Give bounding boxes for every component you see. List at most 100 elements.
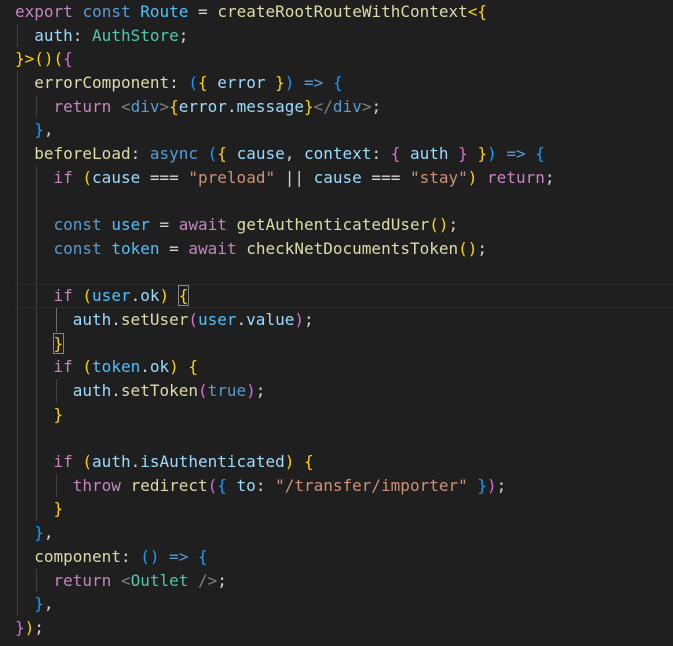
indent-guide xyxy=(36,165,38,190)
code-line[interactable]: if (cause === "preload" || cause === "st… xyxy=(15,165,673,190)
code-line[interactable]: component: () => { xyxy=(15,544,673,569)
indent-guide xyxy=(17,497,18,522)
indent-guide xyxy=(17,402,18,427)
code-token: ; xyxy=(178,25,189,45)
code-token: const xyxy=(82,2,131,21)
code-line[interactable]: errorComponent: ({ error }) => { xyxy=(15,71,673,95)
code-token: ( xyxy=(207,144,218,164)
code-token: } xyxy=(275,73,285,93)
code-token: = xyxy=(159,238,189,258)
code-token: () xyxy=(458,238,478,258)
code-line[interactable]: }, xyxy=(15,521,673,545)
code-token: token xyxy=(111,238,160,258)
code-editor[interactable]: export const Route = createRootRouteWith… xyxy=(0,0,673,646)
code-line[interactable]: return <div>{error.message}</div>; xyxy=(15,94,673,119)
code-token: ( xyxy=(82,286,93,306)
code-token: . xyxy=(226,96,237,116)
code-token: cause xyxy=(92,167,141,187)
code-token: } xyxy=(53,404,64,424)
code-token: if xyxy=(53,357,73,377)
code-token: ) xyxy=(467,167,478,187)
code-line[interactable]: } xyxy=(15,402,673,427)
code-line[interactable] xyxy=(15,260,673,285)
code-line[interactable]: const token = await checkNetDocumentsTok… xyxy=(15,236,673,261)
code-line[interactable]: }>()({ xyxy=(15,47,673,71)
code-token: ) xyxy=(487,475,497,495)
code-token: ; xyxy=(255,381,266,400)
indent-guide xyxy=(36,426,38,451)
code-line[interactable]: if (user.ok) { xyxy=(15,284,673,308)
indent-guide xyxy=(36,307,38,332)
code-line[interactable]: return <Outlet />; xyxy=(15,568,673,593)
code-line[interactable]: auth.setToken(true); xyxy=(15,379,673,403)
code-token: : xyxy=(120,546,141,566)
code-token: , xyxy=(284,144,305,164)
code-token: Route xyxy=(140,2,189,21)
code-line[interactable]: const user = await getAuthenticatedUser(… xyxy=(15,213,673,237)
code-token: ( xyxy=(82,357,93,377)
code-token: redirect xyxy=(130,475,208,495)
code-token: user xyxy=(111,215,150,235)
code-token: const xyxy=(53,238,102,258)
code-token: ( xyxy=(53,49,64,69)
code-token: checkNetDocumentsToken xyxy=(246,238,459,258)
code-token: createRootRouteWithContext xyxy=(217,2,468,21)
code-token: < xyxy=(120,96,131,116)
code-token: ; xyxy=(34,617,44,637)
code-line[interactable]: export const Route = createRootRouteWith… xyxy=(15,0,673,24)
indent-guide xyxy=(17,165,18,190)
code-token: : xyxy=(130,144,150,164)
code-token: user xyxy=(198,309,237,329)
code-line[interactable]: auth: AuthStore; xyxy=(15,23,673,48)
code-token: } xyxy=(477,144,488,164)
indent-guide xyxy=(17,142,18,166)
code-line[interactable]: } xyxy=(15,497,673,522)
code-line[interactable] xyxy=(15,189,673,214)
code-token: { xyxy=(535,144,545,164)
code-line[interactable] xyxy=(15,426,673,451)
code-line[interactable]: }, xyxy=(15,592,673,616)
code-token: } xyxy=(52,332,65,354)
code-token: ) xyxy=(159,286,170,306)
indent-guide xyxy=(36,284,38,308)
code-token: ) xyxy=(294,309,304,329)
code-token: < xyxy=(120,570,131,590)
code-token: . xyxy=(130,286,141,306)
indent-guide xyxy=(36,94,38,119)
code-token: if xyxy=(53,167,73,187)
indent-guide xyxy=(17,23,18,48)
code-line[interactable]: throw redirect({ to: "/transfer/importer… xyxy=(15,473,673,498)
code-line[interactable]: } xyxy=(15,331,673,356)
code-token: () xyxy=(140,546,160,566)
indent-guide xyxy=(17,213,18,237)
code-line[interactable]: }, xyxy=(15,118,673,143)
code-token: : xyxy=(255,475,276,495)
code-token: ; xyxy=(544,167,555,187)
code-token: if xyxy=(53,286,73,306)
code-line[interactable]: auth.setUser(user.value); xyxy=(15,307,673,332)
code-line[interactable]: }); xyxy=(15,616,673,640)
code-token: . xyxy=(111,309,121,329)
code-line[interactable]: if (auth.isAuthenticated) { xyxy=(15,450,673,474)
code-line[interactable]: beforeLoad: async ({ cause, context: { a… xyxy=(15,142,673,166)
code-token: . xyxy=(130,452,141,472)
code-token: auth xyxy=(72,381,112,400)
code-token: auth xyxy=(34,25,73,45)
code-token: ) xyxy=(284,452,295,472)
code-token: ; xyxy=(477,238,488,258)
indent-guide xyxy=(17,592,18,616)
code-token: : xyxy=(169,73,189,93)
code-token: const xyxy=(53,215,102,235)
code-token: ( xyxy=(207,475,218,495)
code-line[interactable]: if (token.ok) { xyxy=(15,355,673,379)
indent-guide xyxy=(17,118,18,143)
